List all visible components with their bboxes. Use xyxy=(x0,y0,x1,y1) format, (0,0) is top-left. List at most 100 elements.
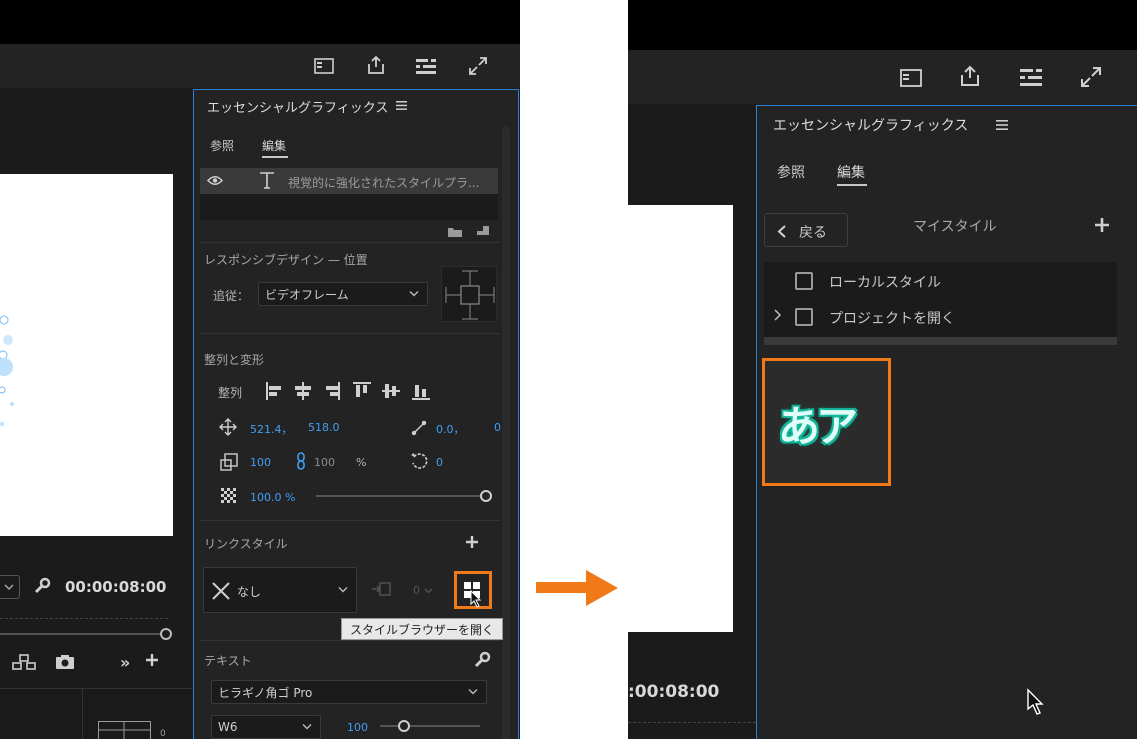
list-scrollbar[interactable] xyxy=(764,337,1117,345)
follow-label: 追従： xyxy=(213,289,250,303)
panel-icon[interactable] xyxy=(898,65,924,91)
layer-row[interactable]: 視覚的に強化されたスタイルプラ... xyxy=(200,168,498,194)
top-bar xyxy=(628,0,1137,50)
menu-icon[interactable] xyxy=(396,101,407,110)
style-preview-text: あア xyxy=(778,402,858,451)
font-size-slider-thumb[interactable] xyxy=(398,720,410,732)
scale-value[interactable]: 100 xyxy=(250,456,271,469)
chevron-icon xyxy=(468,689,478,695)
open-project-row[interactable]: プロジェクトを開く xyxy=(764,298,1117,334)
local-style-row[interactable]: ローカルスタイル xyxy=(764,262,1117,298)
cursor-icon xyxy=(1027,688,1044,715)
open-project-checkbox[interactable] xyxy=(795,308,813,326)
panel-title: エッセンシャルグラフィックス xyxy=(207,101,389,116)
style-count: 0 xyxy=(413,584,420,597)
chevron-icon[interactable] xyxy=(424,588,433,594)
anchor-icon xyxy=(410,419,428,437)
sync-icon[interactable] xyxy=(371,581,391,597)
ruler xyxy=(0,618,168,624)
link-icon[interactable] xyxy=(296,452,306,470)
export-icon[interactable] xyxy=(364,52,388,78)
position-y[interactable]: 518.0 xyxy=(308,421,340,434)
top-bar xyxy=(0,0,520,44)
ruler xyxy=(628,722,756,736)
panel-icon[interactable] xyxy=(312,54,336,78)
style-browser-tooltip: スタイルブラウザーを開く xyxy=(341,618,504,640)
tab-browse[interactable]: 参照 xyxy=(210,137,234,154)
right-screen: :00:08:00 エッセンシャルグラフィックス 参照 編集 戻る マイスタイル… xyxy=(628,0,1137,739)
tab-edit[interactable]: 編集 xyxy=(262,137,286,154)
local-style-checkbox[interactable] xyxy=(795,272,813,290)
more-icon[interactable]: » xyxy=(120,653,130,672)
fullscreen-icon[interactable] xyxy=(1078,64,1104,90)
font-family-dropdown[interactable]: ヒラギノ角ゴ Pro xyxy=(211,680,487,704)
opacity-slider[interactable] xyxy=(316,490,494,502)
font-weight-value: W6 xyxy=(218,720,238,734)
anchor-y[interactable]: 0 xyxy=(494,421,501,434)
camera-icon[interactable] xyxy=(55,654,75,670)
scale-linked-value: 100 xyxy=(314,456,335,469)
style-thumbnail[interactable]: あア xyxy=(762,358,891,486)
cursor-icon xyxy=(470,590,482,608)
wrench-icon[interactable] xyxy=(33,577,51,595)
back-button[interactable]: 戻る xyxy=(764,213,848,247)
fullscreen-icon[interactable] xyxy=(466,54,490,78)
local-style-label: ローカルスタイル xyxy=(829,275,941,291)
font-size-value[interactable]: 100 xyxy=(347,721,368,734)
eye-icon[interactable] xyxy=(207,175,223,186)
opacity-value[interactable]: 100.0 % xyxy=(250,491,295,504)
panel-title: エッセンシャルグラフィックス xyxy=(773,118,969,134)
style-source-list: ローカルスタイル プロジェクトを開く xyxy=(764,262,1117,337)
arrow-right-icon xyxy=(536,570,618,606)
rotation-value[interactable]: 0 xyxy=(436,456,443,469)
left-screen: 00:00:08:00 » 0 エッセンシャルグラフィックス 参照 編集 視覚的… xyxy=(0,0,520,739)
chevron-icon xyxy=(302,724,312,730)
anchor-x[interactable]: 0.0， xyxy=(436,421,465,437)
settings-icon[interactable] xyxy=(414,54,438,78)
bubbles-graphic xyxy=(0,315,14,426)
font-size-slider[interactable] xyxy=(380,720,480,732)
follow-dropdown[interactable]: ビデオフレーム xyxy=(258,282,428,306)
opacity-slider-thumb[interactable] xyxy=(480,490,492,502)
timeline-scrubber[interactable] xyxy=(0,627,172,641)
divider xyxy=(200,242,500,243)
export-icon[interactable] xyxy=(957,62,983,90)
plus-icon[interactable] xyxy=(144,652,160,668)
tab-underline xyxy=(837,184,867,186)
timecode: 00:00:08:00 xyxy=(65,578,167,596)
pin-widget[interactable] xyxy=(441,266,497,322)
text-title: テキスト xyxy=(204,654,252,668)
new-item-icon[interactable] xyxy=(476,225,490,238)
opacity-icon xyxy=(221,488,236,503)
ruler-zero: 0 xyxy=(160,729,166,739)
wrench-icon[interactable] xyxy=(473,651,491,669)
divider xyxy=(200,640,500,641)
essential-graphics-panel: エッセンシャルグラフィックス 参照 編集 視覚的に強化されたスタイルプラ... xyxy=(193,89,519,739)
timecode: :00:08:00 xyxy=(628,682,720,702)
chevron-right-icon[interactable] xyxy=(774,309,782,321)
position-x[interactable]: 521.4， xyxy=(250,421,293,437)
tab-underline xyxy=(262,156,288,158)
align-buttons[interactable] xyxy=(264,380,434,402)
add-style-icon[interactable] xyxy=(465,535,479,549)
scale-icon xyxy=(220,453,238,471)
multicam-icon[interactable] xyxy=(12,654,36,670)
chevron-icon xyxy=(338,587,348,593)
plus-icon[interactable] xyxy=(1094,217,1110,233)
tab-edit[interactable]: 編集 xyxy=(837,162,865,182)
style-dropdown[interactable]: なし xyxy=(203,567,357,613)
essential-graphics-panel: エッセンシャルグラフィックス 参照 編集 戻る マイスタイル ローカルスタイル … xyxy=(756,105,1137,739)
folder-icon[interactable] xyxy=(447,226,463,238)
scrollbar[interactable] xyxy=(502,126,510,739)
chevron-left-icon xyxy=(777,225,786,238)
settings-icon[interactable] xyxy=(1018,64,1044,90)
font-family-value: ヒラギノ角ゴ Pro xyxy=(218,685,313,700)
back-label: 戻る xyxy=(799,225,827,241)
rotate-icon xyxy=(410,452,428,470)
font-weight-dropdown[interactable]: W6 xyxy=(211,715,321,739)
menu-icon[interactable] xyxy=(996,120,1008,130)
toolbar xyxy=(0,44,520,88)
zoom-dropdown[interactable] xyxy=(0,575,20,599)
align-label: 整列 xyxy=(218,386,243,400)
tab-browse[interactable]: 参照 xyxy=(777,162,805,182)
